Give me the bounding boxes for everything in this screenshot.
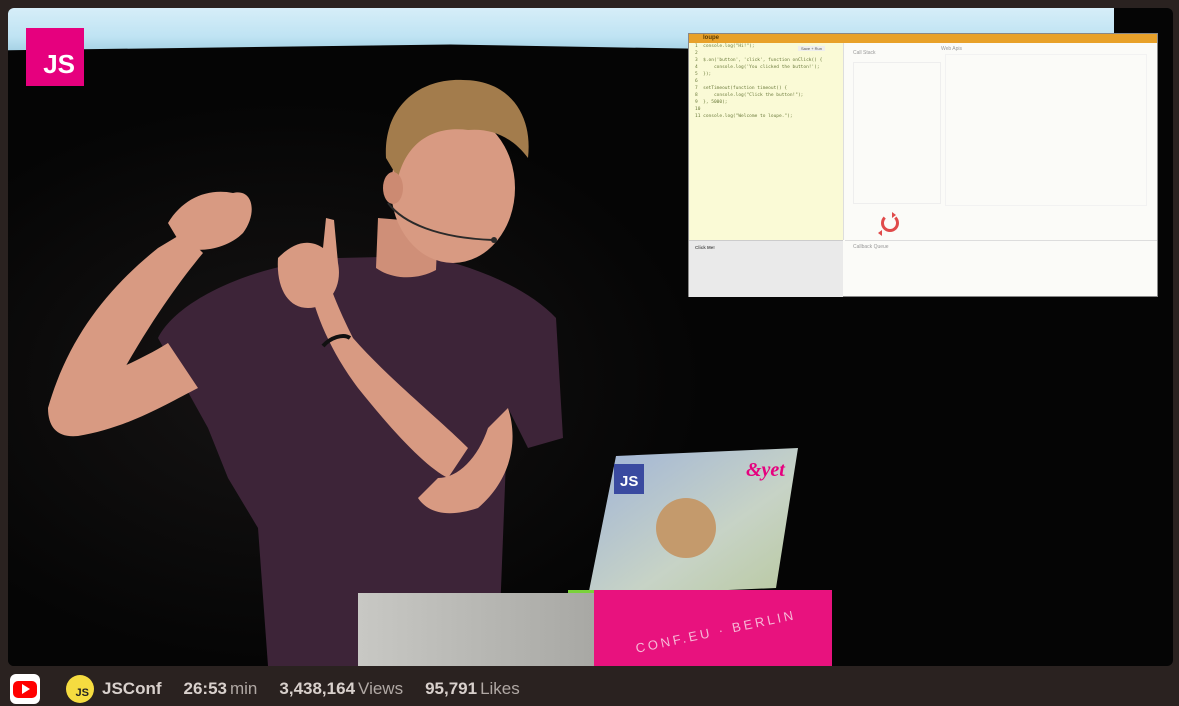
likes-value: 95,791	[425, 679, 478, 698]
presenter-pointing-hand	[277, 218, 339, 308]
code-line: 6	[695, 79, 698, 84]
code-line: 10	[695, 107, 701, 112]
channel-avatar[interactable]: JS	[66, 675, 94, 703]
event-loop-arrow-icon	[892, 212, 896, 218]
demo-titlebar: loupe	[689, 34, 1157, 43]
play-icon	[22, 684, 30, 694]
event-loop-arrow-icon	[878, 230, 882, 236]
duration-value: 26:53	[183, 679, 227, 698]
round-sticker	[656, 498, 716, 558]
code-line: 4 console.log('You clicked the button!')…	[695, 65, 820, 70]
web-apis-panel	[945, 54, 1147, 206]
save-run-button[interactable]: Save + Run	[797, 46, 825, 51]
code-line: 8 console.log("Click the button!");	[695, 93, 804, 98]
code-line: 3 $.on('button', 'click', function onCli…	[695, 58, 823, 63]
video-info-bar: JS JSConf 26:53 min 3,438,164 Views 95,791…	[0, 672, 1179, 706]
views-unit: Views	[358, 679, 404, 698]
presenter-raised-hand	[168, 191, 252, 250]
laptop: JS &yet	[568, 448, 798, 600]
call-stack-label: Call Stack	[853, 50, 876, 56]
code-line: 7 setTimeout(function timeout() {	[695, 86, 788, 91]
youtube-logo	[13, 680, 37, 698]
andyet-sticker-text: &yet	[746, 459, 786, 481]
code-line: 5 });	[695, 72, 712, 77]
channel-name[interactable]: JSConf	[102, 679, 162, 699]
js-sticker-text: JS	[620, 473, 638, 490]
duration: 26:53 min	[184, 679, 258, 699]
like-count: 95,791 Likes	[425, 679, 520, 699]
views-value: 3,438,164	[279, 679, 356, 698]
call-stack-panel	[853, 62, 941, 204]
callback-queue-panel	[845, 240, 1157, 297]
likes-unit: Likes	[480, 679, 520, 698]
event-loop-icon	[881, 214, 899, 232]
duration-unit: min	[229, 679, 258, 698]
youtube-icon[interactable]	[10, 674, 40, 704]
podium-side	[358, 593, 594, 666]
view-count: 3,438,164 Views	[279, 679, 403, 699]
presenter-ear	[383, 172, 403, 204]
podium-front: CONF.EU · BERLIN	[594, 590, 832, 666]
video-player[interactable]: JS JS &yet CONF.EU · BERLIN loupe Save +…	[8, 8, 1173, 666]
web-apis-label: Web Apis	[941, 46, 963, 52]
code-line: 11 console.log("Welcome to loupe.");	[695, 114, 793, 119]
code-editor: Save + Run 1 console.log("Hi!"); 2 3 $.o…	[689, 43, 844, 240]
podium-text: CONF.EU · BERLIN	[634, 607, 798, 656]
click-me-label[interactable]: Click Me!	[695, 245, 715, 250]
code-line: 9 }, 5000);	[695, 100, 728, 105]
code-line: 2	[695, 51, 698, 56]
click-me-panel: Click Me!	[689, 240, 843, 297]
callback-queue-label: Callback Queue	[853, 244, 889, 250]
demo-window: loupe Save + Run 1 console.log("Hi!"); 2…	[688, 33, 1158, 297]
